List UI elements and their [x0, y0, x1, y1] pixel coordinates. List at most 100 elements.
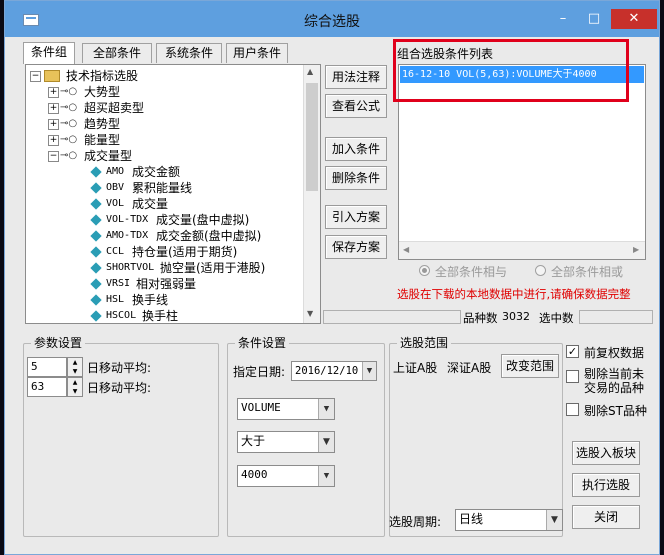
field-select[interactable]: VOLUME ▼ [237, 398, 335, 420]
view-formula-button[interactable]: 查看公式 [325, 94, 387, 118]
chevron-down-icon[interactable]: ▼ [318, 466, 334, 486]
adjusted-data-label: 前复权数据 [584, 346, 645, 360]
param-1-spinner[interactable]: ▲ ▼ [67, 357, 83, 377]
count-label: 品种数 [463, 311, 498, 325]
period-value: 日线 [459, 512, 484, 526]
period-label: 选股周期: [389, 515, 442, 529]
param-2-input[interactable]: 63 [27, 377, 67, 397]
item-name: 持仓量(适用于期货) [132, 245, 238, 259]
range-title: 选股范围 [397, 335, 452, 351]
or-radio[interactable] [535, 265, 546, 276]
threshold-value: 4000 [241, 468, 268, 481]
item-name: 成交金额 [132, 165, 181, 179]
maximize-button[interactable]: □ [579, 9, 609, 29]
tab-all-conditions[interactable]: 全部条件 [82, 43, 152, 63]
tree-root-label: 技术指标选股 [66, 69, 139, 83]
scroll-up-icon[interactable]: ▲ [307, 67, 313, 76]
delete-condition-button[interactable]: 删除条件 [325, 166, 387, 190]
date-picker[interactable]: 2016/12/10 ▼ [291, 361, 377, 381]
range-sz: 深证A股 [447, 361, 492, 375]
scroll-down-icon[interactable]: ▼ [307, 309, 313, 318]
import-scheme-button[interactable]: 引入方案 [325, 205, 387, 229]
condition-tree[interactable]: − 技术指标选股 + ⊸○ 大势型 + ⊸○ 超买超卖型 + ⊸○ 趋势型 + ⊸○ 能量型 −… [25, 64, 321, 324]
key-icon: ⊸○ [60, 150, 78, 161]
add-condition-button[interactable]: 加入条件 [325, 137, 387, 161]
change-range-button[interactable]: 改变范围 [501, 354, 559, 378]
range-sh: 上证A股 [393, 361, 438, 375]
count-value: 3032 [502, 310, 530, 323]
item-code: CCL [106, 246, 125, 257]
exclude-untraded-label: 剔除当前未交易的品种 [584, 367, 645, 395]
data-notice: 选股在下载的本地数据中进行,请确保数据完整 [397, 287, 631, 301]
selected-value [579, 310, 653, 324]
scroll-left-icon[interactable]: ◀ [403, 245, 409, 254]
period-select[interactable]: 日线 ▼ [455, 509, 563, 531]
or-label: 全部条件相或 [551, 265, 624, 279]
minimize-button[interactable]: – [549, 9, 577, 29]
formula-icon [90, 246, 102, 258]
date-value: 2016/12/10 [295, 365, 359, 377]
item-code: AMO [106, 166, 125, 177]
operator-value: 大于 [241, 434, 266, 448]
item-code: OBV [106, 182, 125, 193]
formula-icon [90, 182, 102, 194]
item-code: VRSI [106, 278, 131, 289]
item-name: 换手线 [132, 293, 169, 307]
adjusted-data-checkbox[interactable]: ✓ [566, 345, 579, 358]
tree-group-label: 能量型 [84, 133, 121, 147]
item-name: 累积能量线 [132, 181, 193, 195]
cond-settings-title: 条件设置 [235, 335, 290, 351]
tree-group-label: 成交量型 [84, 149, 133, 163]
item-name: 成交量 [132, 197, 169, 211]
formula-icon [90, 166, 102, 178]
item-code: VOL [106, 198, 125, 209]
exclude-st-checkbox[interactable] [566, 403, 579, 416]
tree-group-label: 趋势型 [84, 117, 121, 131]
tab-user-conditions[interactable]: 用户条件 [226, 43, 288, 63]
close-button[interactable]: 关闭 [572, 505, 640, 529]
exclude-untraded-checkbox[interactable] [566, 370, 579, 383]
usage-notes-button[interactable]: 用法注释 [325, 65, 387, 89]
formula-icon [90, 214, 102, 226]
param-1-label: 日移动平均: [87, 361, 152, 375]
field-value: VOLUME [241, 401, 281, 414]
execute-button[interactable]: 执行选股 [572, 473, 640, 497]
item-name: 成交量(盘中虚拟) [156, 213, 250, 227]
save-scheme-button[interactable]: 保存方案 [325, 235, 387, 259]
tab-system-conditions[interactable]: 系统条件 [156, 43, 222, 63]
formula-icon [90, 278, 102, 290]
close-window-button[interactable]: ✕ [611, 9, 657, 29]
param-1-input[interactable]: 5 [27, 357, 67, 377]
tree-scrollbar[interactable]: ▲ ▼ [303, 65, 320, 323]
chevron-down-icon[interactable]: ▼ [318, 432, 334, 452]
chevron-down-icon[interactable]: ▼ [318, 399, 334, 419]
formula-icon [90, 294, 102, 306]
and-radio[interactable] [419, 265, 430, 276]
operator-select[interactable]: 大于 ▼ [237, 431, 335, 453]
dropdown-arrow-icon[interactable]: ▼ [362, 362, 376, 380]
add-to-board-button[interactable]: 选股入板块 [572, 441, 640, 465]
item-name: 换手柱 [142, 309, 179, 323]
key-icon: ⊸○ [60, 102, 78, 113]
scroll-thumb[interactable] [306, 83, 318, 191]
dialog-window: 综合选股 – □ ✕ 条件组 全部条件 系统条件 用户条件 − 技术指标选股 +… [4, 0, 660, 555]
param-2-spinner[interactable]: ▲ ▼ [67, 377, 83, 397]
list-hscrollbar[interactable]: ◀ ▶ [399, 241, 645, 259]
tree-group-label: 超买超卖型 [84, 101, 145, 115]
item-name: 相对强弱量 [136, 277, 197, 291]
key-icon: ⊸○ [60, 134, 78, 145]
tab-condition-group[interactable]: 条件组 [23, 42, 75, 64]
formula-icon [90, 230, 102, 242]
highlight-box [393, 39, 629, 102]
params-title: 参数设置 [31, 335, 86, 351]
chevron-down-icon[interactable]: ▼ [546, 510, 562, 530]
progress-field [323, 310, 461, 324]
scroll-right-icon[interactable]: ▶ [633, 245, 639, 254]
key-icon: ⊸○ [60, 86, 78, 97]
threshold-select[interactable]: 4000 ▼ [237, 465, 335, 487]
item-code: HSL [106, 294, 125, 305]
param-2-label: 日移动平均: [87, 381, 152, 395]
formula-icon [90, 262, 102, 274]
item-name: 成交金额(盘中虚拟) [156, 229, 262, 243]
exclude-st-label: 剔除ST品种 [584, 404, 647, 418]
